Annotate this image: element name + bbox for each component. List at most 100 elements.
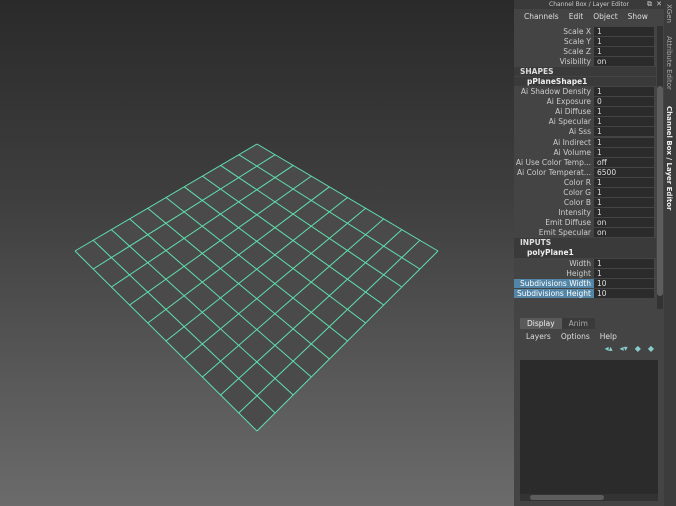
channel-row[interactable]: Ai Specular 1 (514, 117, 664, 127)
channel-row[interactable]: Intensity 1 (514, 208, 664, 218)
channel-row[interactable]: Ai Use Color Temp... off (514, 157, 664, 167)
channel-label[interactable]: Visibility (514, 57, 594, 66)
channel-label[interactable]: Ai Volume (514, 148, 594, 157)
channel-row[interactable]: Visibility on (514, 56, 664, 66)
channel-value[interactable]: 1 (594, 177, 654, 187)
channel-row[interactable]: Scale Y1 (514, 36, 664, 46)
channel-label[interactable]: Subdivisions Height (514, 288, 594, 298)
channel-value[interactable]: 6500 (594, 167, 654, 177)
section-header[interactable]: SHAPES (514, 66, 664, 77)
node-header[interactable]: polyPlane1 (514, 248, 664, 258)
channel-value[interactable]: 1 (594, 188, 654, 198)
menu-help[interactable]: Help (600, 329, 617, 344)
channel-value[interactable]: 1 (594, 46, 654, 56)
channel-label[interactable]: Ai Exposure (514, 97, 594, 106)
channel-value[interactable]: 1 (594, 208, 654, 218)
channel-label[interactable]: Color G (514, 188, 594, 197)
channel-row[interactable]: Ai Exposure 0 (514, 97, 664, 107)
channel-value[interactable]: 1 (594, 107, 654, 117)
channel-row[interactable]: Emit Specular on (514, 228, 664, 238)
channel-value[interactable]: 1 (594, 127, 654, 137)
channel-row[interactable]: Color R1 (514, 177, 664, 187)
menu-object[interactable]: Object (593, 9, 617, 25)
channel-label[interactable]: Emit Specular (514, 228, 594, 237)
channel-list: Scale X 1 Scale Y 1 Scale Z 1 Visibility on SHAP… (514, 26, 664, 310)
channel-label[interactable]: Emit Diffuse (514, 218, 594, 227)
channel-label[interactable]: Ai Diffuse (514, 107, 594, 116)
tab-anim[interactable]: Anim (561, 318, 595, 329)
layer-scrollbar[interactable] (520, 494, 658, 501)
float-icon[interactable]: ⧉ (647, 0, 652, 9)
channel-value[interactable]: 1 (594, 26, 654, 36)
channel-label[interactable]: Ai Color Temperat... (514, 168, 594, 177)
plane-mesh[interactable] (0, 0, 514, 506)
channel-label[interactable]: Width (514, 259, 594, 268)
scroll-thumb[interactable] (657, 86, 663, 296)
channel-value[interactable]: 1 (594, 268, 654, 278)
channel-row[interactable]: Color B1 (514, 198, 664, 208)
channel-value[interactable]: 1 (594, 198, 654, 208)
channel-row[interactable]: Ai Volume 1 (514, 147, 664, 157)
channel-value[interactable]: on (594, 218, 654, 228)
channel-scrollbar[interactable] (657, 26, 663, 309)
scroll-thumb[interactable] (530, 495, 604, 500)
channel-label[interactable]: Subdivisions Width (514, 278, 594, 288)
channel-value[interactable]: 10 (594, 278, 654, 288)
channel-menu: Channels Edit Object Show (514, 9, 664, 25)
channel-label[interactable]: Ai Sss (514, 127, 594, 136)
channel-value[interactable]: 1 (594, 147, 654, 157)
channel-value[interactable]: 1 (594, 117, 654, 127)
close-icon[interactable]: ✕ (656, 0, 662, 9)
channel-value[interactable]: on (594, 228, 654, 238)
channel-row[interactable]: Scale Z1 (514, 46, 664, 56)
channel-label[interactable]: Ai Use Color Temp... (514, 158, 594, 167)
menu-edit[interactable]: Edit (569, 9, 584, 25)
viewport[interactable] (0, 0, 514, 506)
node-header[interactable]: pPlaneShape1 (514, 76, 664, 87)
tab-display[interactable]: Display (520, 318, 562, 329)
layer-list[interactable] (520, 360, 658, 498)
channel-label[interactable]: Intensity (514, 208, 594, 217)
channel-row[interactable]: Color G1 (514, 188, 664, 198)
channel-label[interactable]: Ai Indirect (514, 138, 594, 147)
menu-layers[interactable]: Layers (526, 329, 551, 344)
channel-value[interactable]: 1 (594, 36, 654, 46)
channel-label[interactable]: Color R (514, 178, 594, 187)
channel-value[interactable]: 1 (594, 258, 654, 268)
move-layer-up-icon[interactable]: ◂▴ (605, 344, 613, 356)
channel-row[interactable]: Ai Shadow Density 1 (514, 87, 664, 97)
new-empty-layer-icon[interactable]: ◆ (635, 344, 641, 356)
channel-label[interactable]: Ai Shadow Density (514, 87, 594, 96)
section-header[interactable]: INPUTS (514, 238, 664, 248)
menu-show[interactable]: Show (628, 9, 648, 25)
channel-row[interactable]: Ai Diffuse 1 (514, 107, 664, 117)
channel-value[interactable]: on (594, 56, 654, 66)
channel-row[interactable]: Ai Indirect 1 (514, 137, 664, 147)
channel-value[interactable]: off (594, 157, 654, 167)
channel-label[interactable]: Scale Y (514, 37, 594, 46)
channel-row[interactable]: Ai Sss 1 (514, 127, 664, 137)
tab-xgen[interactable]: XGen (665, 4, 673, 23)
channel-value[interactable]: 10 (594, 288, 654, 298)
tab-channel-box[interactable]: Channel Box / Layer Editor (665, 106, 673, 210)
channel-row[interactable]: Scale X1 (514, 26, 664, 36)
channel-row[interactable]: Height 1 (514, 268, 664, 278)
channel-value[interactable]: 1 (594, 137, 654, 147)
channel-label[interactable]: Color B (514, 198, 594, 207)
menu-channels[interactable]: Channels (524, 9, 559, 25)
channel-value[interactable]: 0 (594, 97, 654, 107)
menu-options[interactable]: Options (561, 329, 590, 344)
channel-row[interactable]: Emit Diffuse on (514, 218, 664, 228)
channel-label[interactable]: Scale Z (514, 47, 594, 56)
channel-value[interactable]: 1 (594, 87, 654, 97)
channel-row[interactable]: Ai Color Temperat... 6500 (514, 167, 664, 177)
channel-row[interactable]: Width 1 (514, 258, 664, 268)
tab-attribute-editor[interactable]: Attribute Editor (665, 36, 673, 90)
new-layer-selected-icon[interactable]: ◆ (648, 344, 654, 356)
channel-row[interactable]: Subdivisions Width 10 (514, 278, 664, 288)
move-layer-down-icon[interactable]: ◂▾ (620, 344, 628, 356)
channel-label[interactable]: Ai Specular (514, 117, 594, 126)
channel-label[interactable]: Scale X (514, 27, 594, 36)
channel-label[interactable]: Height (514, 269, 594, 278)
channel-row[interactable]: Subdivisions Height 10 (514, 288, 664, 298)
